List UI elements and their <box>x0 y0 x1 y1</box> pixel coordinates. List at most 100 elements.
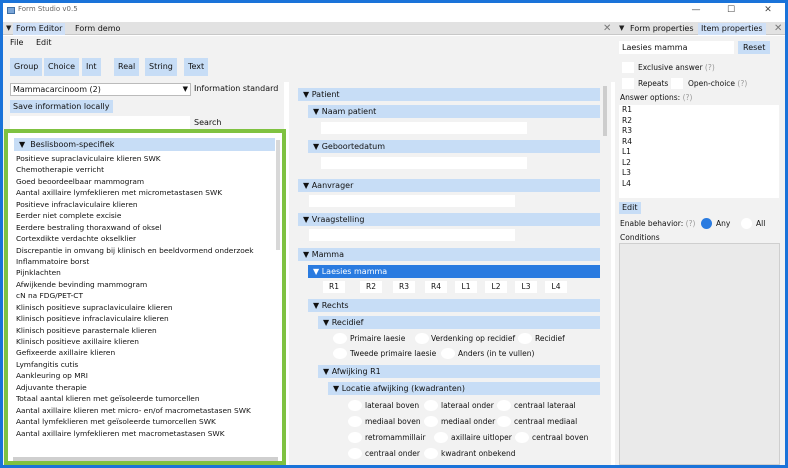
radio-anders[interactable] <box>441 348 455 359</box>
exclusive-answer-checkbox[interactable] <box>622 62 634 73</box>
lesion-button-l2[interactable]: L2 <box>485 281 507 293</box>
reset-button[interactable]: Reset <box>738 41 771 54</box>
tab-form-properties[interactable]: Form properties <box>627 23 697 35</box>
lesion-button-r3[interactable]: R3 <box>393 281 415 293</box>
search-button[interactable]: Search <box>194 118 221 127</box>
naam-patient-input[interactable] <box>321 122 527 134</box>
section-rechts[interactable]: ▼ Rechts <box>308 299 600 312</box>
lesion-button-l4[interactable]: L4 <box>545 281 567 293</box>
collapse-icon[interactable]: ▼ <box>19 140 25 149</box>
radio-kwadrant-onbekend[interactable] <box>424 448 438 459</box>
section-afwijking-r1[interactable]: ▼ Afwijking R1 <box>318 365 600 378</box>
radio-centraal-lateraal[interactable] <box>497 400 511 411</box>
answer-option[interactable]: L4 <box>619 179 779 190</box>
radio-verdenking-recidief[interactable] <box>415 333 429 344</box>
form-vertical-scrollbar[interactable] <box>603 86 607 136</box>
tree-item[interactable]: Klinisch positieve supraclaviculaire kli… <box>16 302 284 313</box>
section-naam-patient[interactable]: ▼ Naam patient <box>308 105 600 118</box>
tree-item[interactable]: Afwijkende bevinding mammogram <box>16 279 284 290</box>
answer-option[interactable]: R4 <box>619 137 779 148</box>
tree-item[interactable]: Eerdere bestraling thoraxwand of oksel <box>16 222 284 233</box>
information-standard-select[interactable]: Mammacarcinoom (2) ▼ <box>10 83 191 96</box>
lesion-button-r2[interactable]: R2 <box>360 281 382 293</box>
help-icon[interactable]: (?) <box>737 79 747 88</box>
tree-item[interactable]: Lymfangitis cutis <box>16 359 284 370</box>
answer-option[interactable]: L3 <box>619 168 779 179</box>
radio-mediaal-onder[interactable] <box>424 416 438 427</box>
help-icon[interactable]: (?) <box>683 93 693 102</box>
section-patient[interactable]: ▼ Patient <box>298 88 600 101</box>
tab-form-demo[interactable]: Form demo <box>72 23 123 35</box>
group-button[interactable]: Group <box>10 58 43 76</box>
answer-option[interactable]: L1 <box>619 147 779 158</box>
lesion-button-l3[interactable]: L3 <box>515 281 537 293</box>
tree-item[interactable]: Chemotherapie verricht <box>16 164 284 175</box>
radio-all[interactable] <box>741 218 752 229</box>
radio-centraal-mediaal[interactable] <box>497 416 511 427</box>
section-laesies-mamma[interactable]: ▼ Laesies mamma <box>308 265 600 278</box>
tree-item[interactable]: Discrepantie in omvang bij klinisch en b… <box>16 245 284 256</box>
radio-axillaire-uitloper[interactable] <box>434 432 448 443</box>
section-mamma[interactable]: ▼ Mamma <box>298 248 600 261</box>
lesion-button-r1[interactable]: R1 <box>323 281 345 293</box>
item-name-input[interactable]: Laesies mamma <box>619 41 734 54</box>
real-button[interactable]: Real <box>114 58 140 76</box>
maximize-button[interactable]: ☐ <box>716 3 746 17</box>
save-locally-button[interactable]: Save information locally <box>10 100 113 113</box>
radio-mediaal-boven[interactable] <box>348 416 362 427</box>
tree-item[interactable]: Eerder niet complete excisie <box>16 210 284 221</box>
radio-retromammillair[interactable] <box>348 432 362 443</box>
answer-option[interactable]: R2 <box>619 116 779 127</box>
tree-item[interactable]: Klinisch positieve axillaire klieren <box>16 336 284 347</box>
tree-item[interactable]: Positieve infraclaviculaire klieren <box>16 199 284 210</box>
tree-item[interactable]: Goed beoordeelbaar mammogram <box>16 176 284 187</box>
close-tab-icon[interactable]: ✕ <box>603 22 611 35</box>
radio-centraal-onder[interactable] <box>348 448 362 459</box>
lesion-button-r4[interactable]: R4 <box>425 281 447 293</box>
menu-edit[interactable]: Edit <box>36 38 52 47</box>
vraagstelling-input[interactable] <box>309 229 515 241</box>
string-button[interactable]: String <box>145 58 177 76</box>
tree-item[interactable]: Totaal aantal klieren met geïsoleerde tu… <box>16 393 284 404</box>
section-geboortedatum[interactable]: ▼ Geboortedatum <box>308 140 600 153</box>
tab-item-properties[interactable]: Item properties <box>698 23 766 35</box>
radio-recidief[interactable] <box>518 333 532 344</box>
answer-option[interactable]: L2 <box>619 158 779 169</box>
radio-any[interactable] <box>701 218 712 229</box>
radio-primaire-laesie[interactable] <box>333 333 347 344</box>
minimize-button[interactable]: — <box>681 3 711 17</box>
tab-form-editor[interactable]: Form Editor <box>13 23 66 35</box>
dropdown-caret-icon[interactable]: ▼ <box>183 84 188 95</box>
answer-option[interactable]: R3 <box>619 126 779 137</box>
geboortedatum-input[interactable] <box>321 157 527 169</box>
section-locatie-afwijking[interactable]: ▼ Locatie afwijking (kwadranten) <box>328 382 600 395</box>
int-button[interactable]: Int <box>82 58 101 76</box>
tree-item[interactable]: Klinisch positieve parasternale klieren <box>16 325 284 336</box>
edit-answers-button[interactable]: Edit <box>619 202 641 214</box>
radio-centraal-boven[interactable] <box>515 432 529 443</box>
choice-button[interactable]: Choice <box>44 58 80 76</box>
tree-item[interactable]: Aantal lymfeklieren met geïsoleerde tumo… <box>16 416 284 427</box>
aanvrager-input[interactable] <box>309 195 515 207</box>
section-vraagstelling[interactable]: ▼ Vraagstelling <box>298 213 600 226</box>
open-choice-checkbox[interactable] <box>671 78 683 89</box>
answer-option[interactable]: R1 <box>619 105 779 116</box>
help-icon[interactable]: (?) <box>705 63 715 72</box>
tree-item[interactable]: Positieve supraclaviculaire klieren SWK <box>16 153 284 164</box>
tree-item[interactable]: Adjuvante therapie <box>16 382 284 393</box>
tree-item[interactable]: Aantal axillaire lymfeklieren met macrom… <box>16 428 284 439</box>
help-icon[interactable]: (?) <box>686 219 696 228</box>
tree-horizontal-scrollbar[interactable] <box>13 457 278 461</box>
tree-item[interactable]: Gefixeerde axillaire klieren <box>16 347 284 358</box>
panel-menu-icon[interactable]: ▼ <box>6 24 11 32</box>
repeats-checkbox[interactable] <box>622 78 634 89</box>
search-input[interactable] <box>10 116 190 129</box>
section-recidief[interactable]: ▼ Recidief <box>318 316 600 329</box>
tree-group-header[interactable]: ▼ Beslisboom-specifiek <box>14 138 275 151</box>
menu-file[interactable]: File <box>10 38 23 47</box>
text-button[interactable]: Text <box>184 58 209 76</box>
conditions-box[interactable] <box>619 243 780 465</box>
radio-lateraal-boven[interactable] <box>348 400 362 411</box>
tree-item[interactable]: Inflammatoire borst <box>16 256 284 267</box>
tree-item[interactable]: Pijnklachten <box>16 267 284 278</box>
